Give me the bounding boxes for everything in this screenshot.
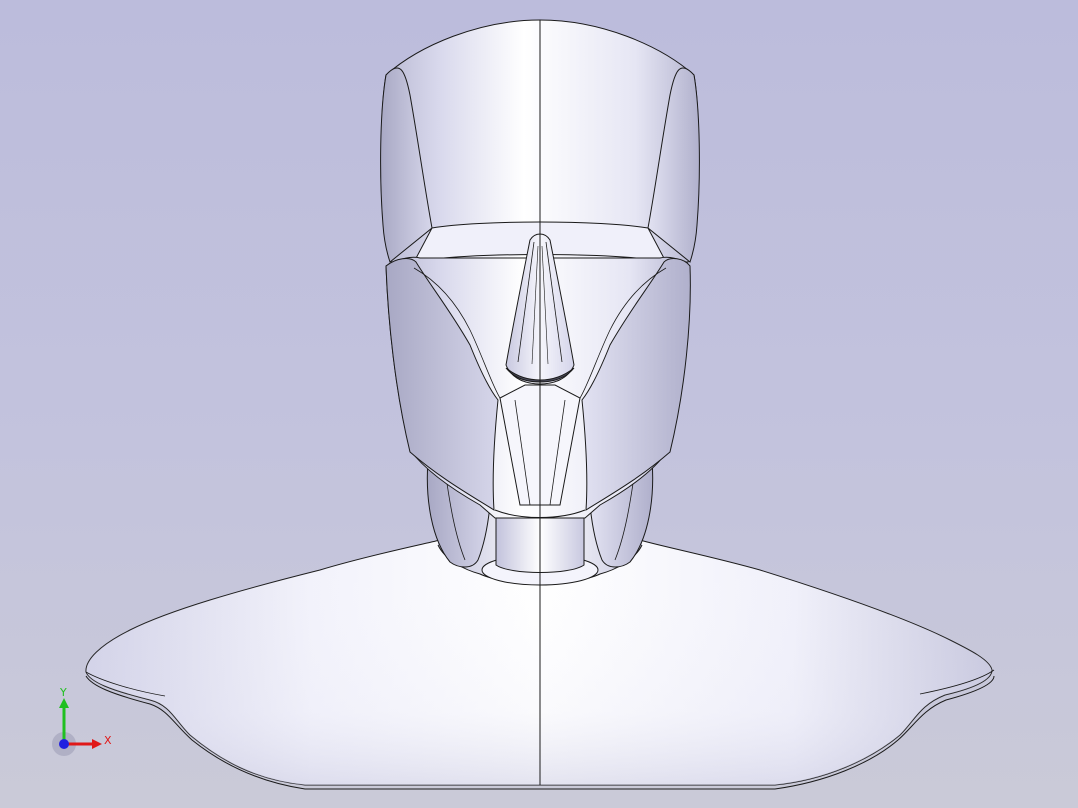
cad-model[interactable] (0, 0, 1078, 808)
x-axis-label: X (104, 734, 112, 747)
x-axis-arrow-icon (92, 739, 102, 749)
coordinate-triad[interactable]: Y X (50, 686, 120, 756)
y-axis-arrow-icon (59, 698, 69, 708)
z-axis-dot-icon (59, 739, 69, 749)
3d-viewport[interactable]: Y X (0, 0, 1078, 808)
y-axis-label: Y (59, 686, 67, 699)
